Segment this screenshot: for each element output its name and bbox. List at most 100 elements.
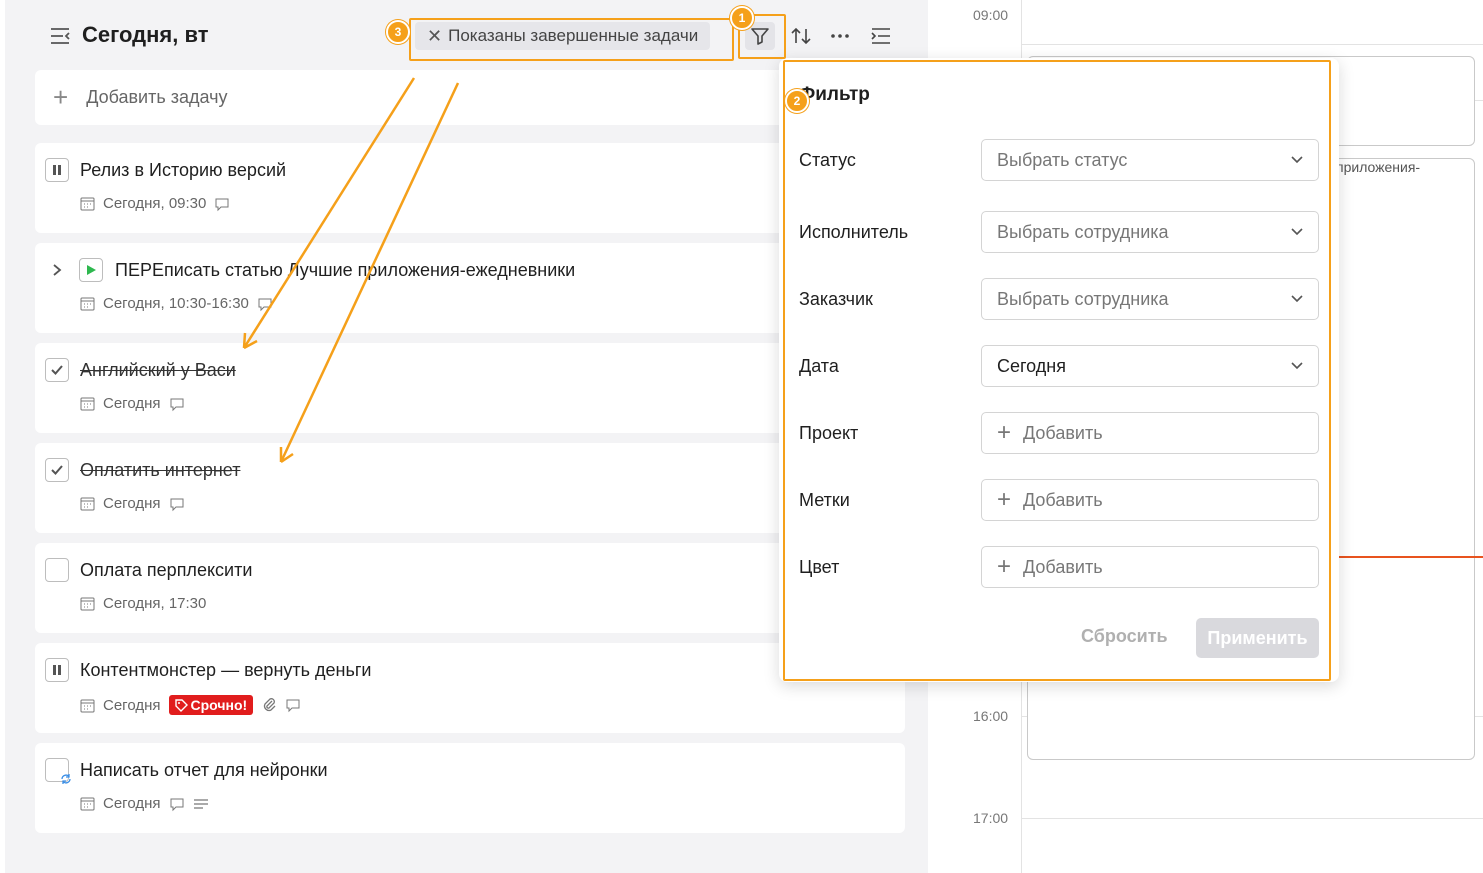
comment-icon[interactable] [257, 296, 273, 312]
customer-select[interactable]: Выбрать сотрудника [981, 278, 1319, 320]
calendar-icon [80, 197, 95, 211]
chevron-down-icon [1291, 228, 1303, 236]
project-add[interactable]: + Добавить [981, 412, 1319, 454]
time-label: 16:00 [973, 708, 1009, 724]
tags-add-label: Добавить [1023, 489, 1103, 510]
task-row[interactable]: Оплатить интернет Сегодня [35, 443, 905, 533]
page-title: Сегодня, вт [82, 22, 209, 47]
add-task-row[interactable]: + Добавить задачу [35, 70, 905, 125]
status-select[interactable]: Выбрать статус [981, 139, 1319, 181]
tags-add[interactable]: + Добавить [981, 479, 1319, 521]
toggle-calendar-button[interactable] [866, 22, 896, 50]
comment-icon[interactable] [169, 396, 185, 412]
annotation-badge: 3 [386, 20, 410, 44]
task-title: Оплатить интернет [80, 460, 241, 480]
urgent-tag[interactable]: Срочно! [168, 695, 254, 715]
time-label: 17:00 [973, 810, 1009, 826]
assignee-select-value: Выбрать сотрудника [997, 221, 1169, 242]
task-title: ПЕРЕписать статью Лучшие приложения-ежед… [115, 260, 576, 280]
task-meta: Сегодня [80, 395, 185, 412]
description-icon [193, 798, 208, 809]
filter-label-color: Цвет [799, 557, 840, 577]
date-select[interactable]: Сегодня [981, 345, 1319, 387]
task-date: Сегодня [103, 795, 161, 812]
comment-icon[interactable] [285, 697, 301, 713]
color-add-label: Добавить [1023, 556, 1103, 577]
calendar-icon [80, 397, 95, 411]
pause-checkbox[interactable] [45, 158, 69, 182]
filter-label-status: Статус [799, 150, 856, 170]
task-title: Контентмонстер — вернуть деньги [80, 660, 372, 680]
filter-label-project: Проект [799, 423, 859, 443]
tag-icon [174, 698, 188, 712]
play-checkbox[interactable] [79, 258, 103, 282]
play-icon [87, 265, 96, 275]
chip-label: Показаны завершенные задачи [448, 26, 699, 45]
filter-popover: Фильтр Статус Выбрать статус Исполнитель… [779, 58, 1339, 682]
task-meta: Сегодня, 09:30 [80, 195, 230, 212]
more-icon [831, 34, 849, 38]
pause-checkbox[interactable] [45, 658, 69, 682]
more-button[interactable] [825, 22, 855, 50]
task-title: Оплата перплексити [80, 560, 253, 580]
task-date: Сегодня, 10:30-16:30 [103, 295, 249, 312]
hour-line [1021, 818, 1483, 819]
calendar-icon [80, 497, 95, 511]
comment-icon[interactable] [169, 796, 185, 812]
chevron-right-icon[interactable] [51, 263, 63, 277]
task-row[interactable]: Оплата перплексити Сегодня, 17:30 [35, 543, 905, 633]
done-checkbox[interactable] [45, 458, 69, 482]
pause-icon [53, 665, 61, 675]
task-row[interactable]: Английский у Васи Сегодня [35, 343, 905, 433]
current-time-line [1330, 556, 1483, 558]
chevron-down-icon [1291, 156, 1303, 164]
sort-button[interactable] [786, 22, 816, 50]
task-date: Сегодня [103, 696, 161, 714]
task-date: Сегодня [103, 495, 161, 512]
filter-title: Фильтр [799, 84, 870, 105]
task-row[interactable]: Контентмонстер — вернуть деньги Сегодня … [35, 643, 905, 733]
comment-icon[interactable] [214, 196, 230, 212]
reset-button[interactable]: Сбросить [1081, 626, 1168, 647]
assignee-select[interactable]: Выбрать сотрудника [981, 211, 1319, 253]
task-meta: Сегодня Срочно! [80, 695, 301, 715]
calendar-icon [80, 797, 95, 811]
chevron-down-icon [1291, 362, 1303, 370]
task-title: Английский у Васи [80, 360, 236, 380]
completed-filter-chip[interactable]: ✕ Показаны завершенные задачи [415, 22, 711, 50]
apply-button[interactable]: Применить [1196, 618, 1319, 658]
task-meta: Сегодня, 10:30-16:30 [80, 295, 273, 312]
close-icon[interactable]: ✕ [427, 26, 442, 47]
task-meta: Сегодня [80, 495, 185, 512]
calendar-icon [80, 699, 95, 712]
task-date: Сегодня [103, 395, 161, 412]
annotation-badge: 1 [730, 6, 754, 30]
task-row[interactable]: Написать отчет для нейронки Сегодня [35, 743, 905, 833]
customer-select-value: Выбрать сотрудника [997, 288, 1169, 309]
collapse-menu-icon[interactable] [49, 25, 71, 47]
plus-icon: + [997, 553, 1012, 580]
attachment-icon[interactable] [261, 697, 277, 713]
event-title: приложения- [1336, 159, 1421, 175]
task-date: Сегодня, 09:30 [103, 195, 207, 212]
chevron-down-icon [1291, 295, 1303, 303]
color-add[interactable]: + Добавить [981, 546, 1319, 588]
task-title: Написать отчет для нейронки [80, 760, 328, 780]
pause-icon [53, 165, 61, 175]
calendar-icon [80, 297, 95, 311]
comment-icon[interactable] [169, 496, 185, 512]
task-date: Сегодня, 17:30 [103, 595, 207, 612]
task-row[interactable]: Релиз в Историю версий Сегодня, 09:30 [35, 143, 905, 233]
task-row[interactable]: ПЕРЕписать статью Лучшие приложения-ежед… [35, 243, 905, 333]
filter-label-customer: Заказчик [799, 289, 873, 309]
task-checkbox[interactable] [45, 758, 71, 784]
check-icon [51, 365, 63, 375]
date-select-value: Сегодня [997, 355, 1066, 376]
hour-line [1021, 44, 1483, 45]
done-checkbox[interactable] [45, 358, 69, 382]
check-icon [51, 465, 63, 475]
task-checkbox[interactable] [45, 558, 69, 582]
plus-icon: + [997, 486, 1012, 513]
project-add-label: Добавить [1023, 422, 1103, 443]
urgent-tag-label: Срочно! [190, 697, 248, 713]
